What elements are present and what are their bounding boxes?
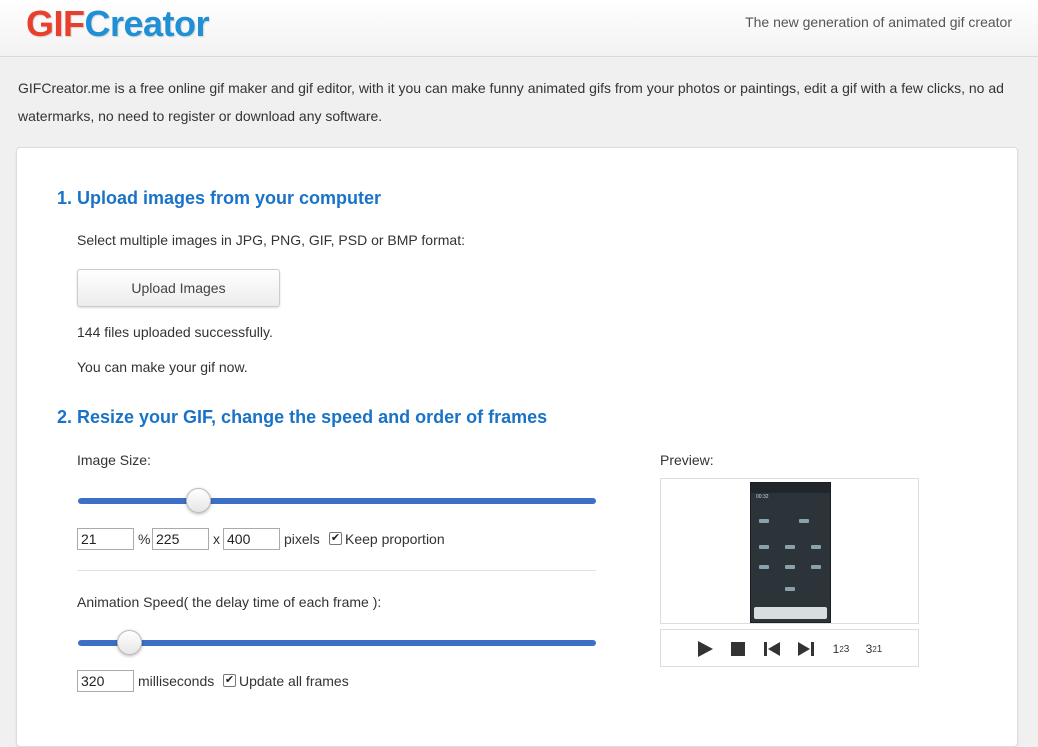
play-icon[interactable]	[693, 638, 717, 660]
preview-image: 00:32	[750, 482, 831, 623]
animation-speed-label: Animation Speed( the delay time of each …	[77, 594, 382, 610]
order-ascending-icon[interactable]: 123	[829, 638, 853, 660]
upload-status: 144 files uploaded successfully.	[77, 324, 273, 340]
upload-images-button[interactable]: Upload Images	[77, 269, 280, 307]
intro-text: GIFCreator.me is a free online gif maker…	[18, 80, 1004, 124]
update-all-frames-label: Update all frames	[239, 673, 349, 689]
upload-instruction: Select multiple images in JPG, PNG, GIF,…	[77, 232, 465, 248]
keep-proportion-checkbox[interactable]: ✔	[329, 532, 342, 545]
phone-quick-tile	[785, 545, 795, 549]
image-size-slider-thumb[interactable]	[186, 488, 211, 513]
upload-hint: You can make your gif now.	[77, 359, 248, 375]
update-all-frames-checkbox[interactable]: ✔	[223, 674, 236, 687]
editor-card: 1. Upload images from your computer Sele…	[16, 147, 1018, 747]
pixels-label: pixels	[284, 531, 320, 547]
stop-icon[interactable]	[726, 638, 750, 660]
preview-controls: 123 321	[660, 629, 919, 667]
animation-speed-slider-track	[78, 640, 596, 646]
phone-quick-tile	[811, 545, 821, 549]
image-size-label: Image Size:	[77, 452, 151, 468]
keep-proportion-label: Keep proportion	[345, 531, 445, 547]
step1-heading: 1. Upload images from your computer	[57, 188, 382, 208]
skip-back-icon[interactable]	[760, 638, 784, 660]
phone-quick-tile	[799, 519, 809, 523]
phone-quick-tile	[785, 565, 795, 569]
phone-quick-tile	[785, 587, 795, 591]
phone-clock: 00:32	[756, 494, 769, 500]
order-descending-icon[interactable]: 321	[862, 638, 886, 660]
phone-quick-tile	[759, 565, 769, 569]
animation-speed-slider-thumb[interactable]	[117, 630, 142, 655]
animation-speed-slider[interactable]	[78, 628, 596, 658]
size-percent-input[interactable]: 21	[77, 528, 134, 550]
site-tagline: The new generation of animated gif creat…	[745, 14, 1012, 30]
logo-creator-text: Creator	[84, 3, 210, 44]
preview-label: Preview:	[660, 452, 714, 468]
site-logo[interactable]: GIFCreator	[26, 3, 210, 45]
percent-sign: %	[138, 531, 151, 547]
phone-quick-tile	[759, 519, 769, 523]
image-size-slider-track	[78, 498, 596, 504]
phone-status-bar	[751, 483, 830, 493]
site-header: GIFCreator The new generation of animate…	[0, 0, 1038, 57]
milliseconds-label: milliseconds	[138, 673, 215, 689]
height-input[interactable]: 400	[223, 528, 280, 550]
times-sign: x	[213, 531, 220, 547]
phone-notification	[754, 607, 827, 619]
section-divider	[77, 570, 596, 571]
phone-quick-tile	[811, 565, 821, 569]
image-size-slider[interactable]	[78, 486, 596, 516]
width-input[interactable]: 225	[152, 528, 209, 550]
skip-forward-icon[interactable]	[794, 638, 818, 660]
phone-quick-tile	[759, 545, 769, 549]
preview-frame: 00:32	[660, 478, 919, 624]
step2-heading: 2. Resize your GIF, change the speed and…	[57, 407, 548, 427]
logo-gif-text: GIF	[26, 3, 85, 44]
speed-ms-input[interactable]: 320	[77, 670, 134, 692]
